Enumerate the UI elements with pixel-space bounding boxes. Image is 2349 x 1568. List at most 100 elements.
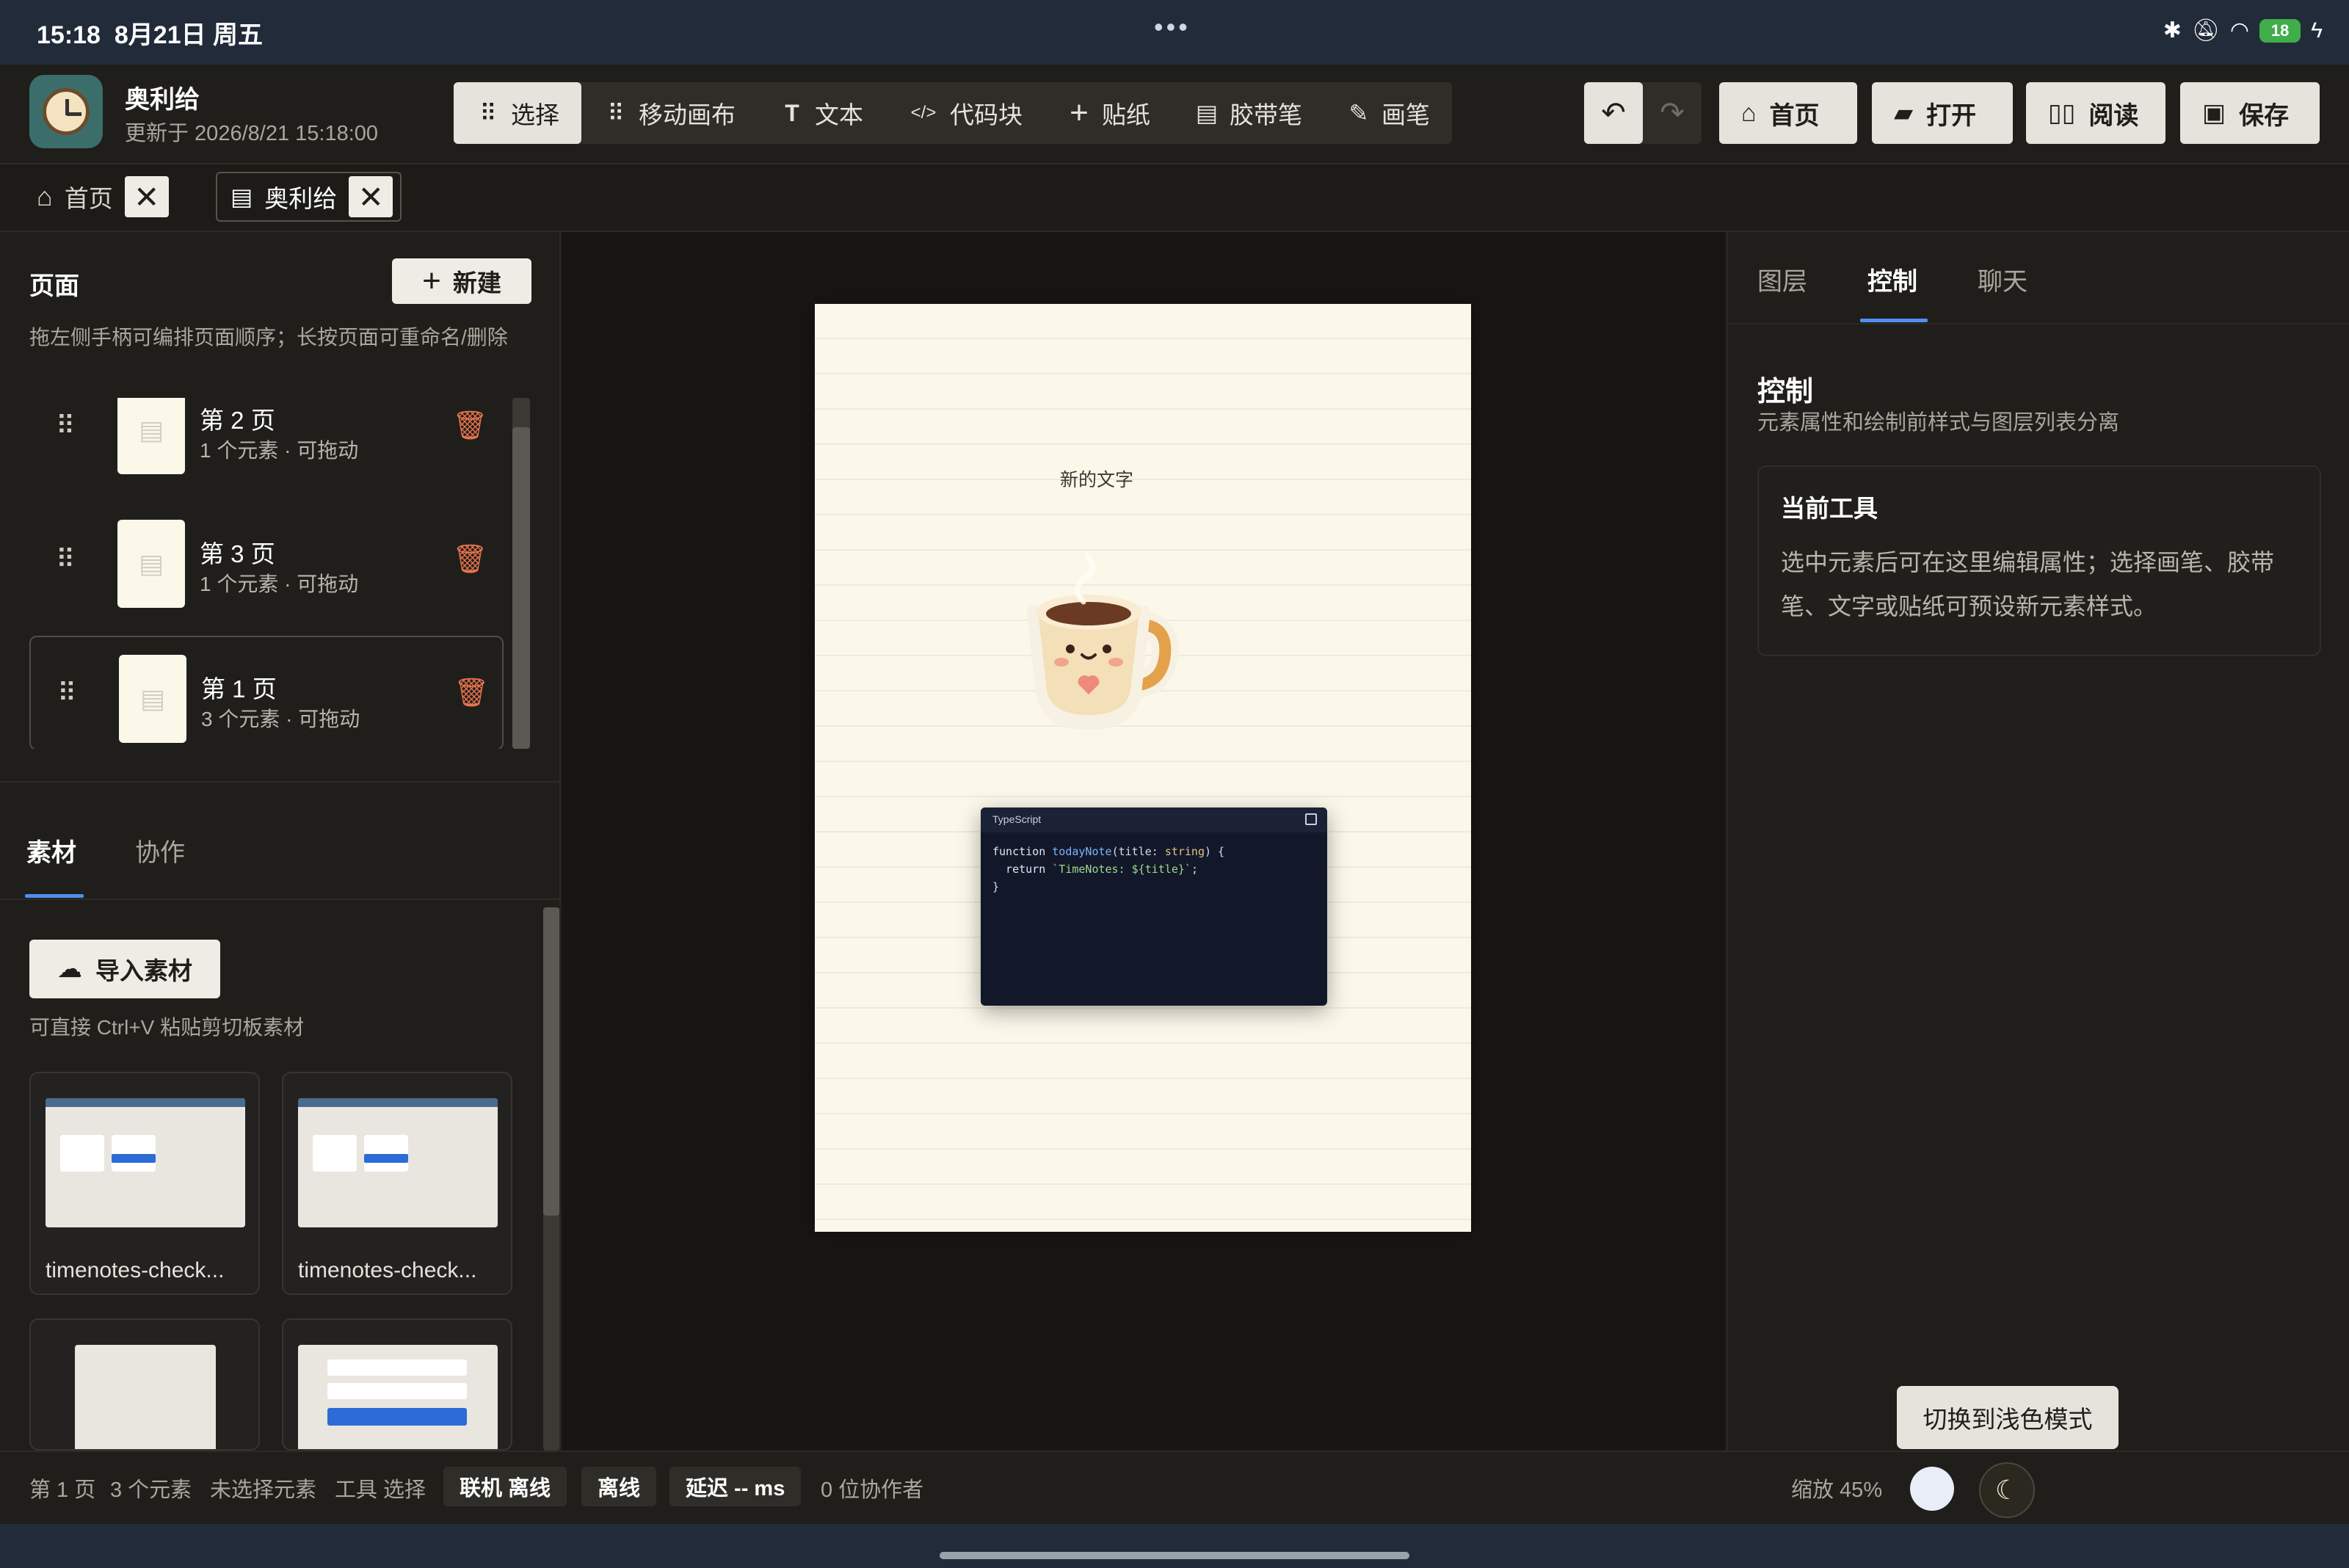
current-tool-card: 当前工具 选中元素后可在这里编辑属性；选择画笔、胶带笔、文字或贴纸可预设新元素样…	[1757, 465, 2321, 656]
page-name: 第 1 页	[201, 675, 277, 703]
document-icon: ▤	[1195, 100, 1219, 126]
document-icon: ▤	[139, 683, 165, 714]
history-controls: ↶ ↷	[1584, 82, 1702, 144]
tab-assets[interactable]: 素材	[26, 832, 76, 868]
new-page-button[interactable]: + 新建	[392, 258, 531, 304]
delete-page-icon[interactable]: 🗑︎	[452, 543, 487, 576]
drag-handle-icon[interactable]: ⠿	[57, 680, 76, 706]
tool-tape-pen[interactable]: ▤ 胶带笔	[1172, 82, 1324, 144]
page-list: ⠿ ▤ 第 2 页 1 个元素 · 可拖动 🗑︎ ⠿ ▤ 第 3 页 1 个元素…	[29, 398, 504, 749]
app-header: 奥利给 更新于 2026/8/21 15:18:00 ⠿ 选择 ⠿ 移动画布 T 文本…	[0, 65, 2349, 164]
tool-select[interactable]: ⠿ 选择	[454, 82, 581, 144]
tool-label: 文本	[815, 101, 863, 128]
tab-home[interactable]: ⌂ 首页 ✕	[23, 172, 176, 222]
active-tab-indicator	[25, 894, 84, 898]
page-item[interactable]: ⠿ ▤ 第 3 页 1 个元素 · 可拖动 🗑︎	[29, 502, 504, 617]
redo-button[interactable]: ↷	[1643, 82, 1702, 144]
status-tool: 工具 选择	[335, 1478, 426, 1502]
tool-pan-canvas[interactable]: ⠿ 移动画布	[581, 82, 758, 144]
page-meta: 3 个元素 · 可拖动	[201, 708, 360, 730]
code-content: function todayNote(title: string) { retu…	[992, 845, 1225, 893]
undo-button[interactable]: ↶	[1584, 82, 1643, 144]
save-button-label: 保存	[2239, 101, 2290, 130]
tab-collaboration[interactable]: 协作	[135, 832, 185, 868]
home-button[interactable]: ⌂ 首页	[1719, 82, 1857, 144]
status-element-count: 3 个元素	[110, 1478, 192, 1502]
page-name: 第 3 页	[200, 540, 275, 567]
asset-card[interactable]	[282, 1318, 512, 1451]
card-body: 选中元素后可在这里编辑属性；选择画笔、胶带笔、文字或贴纸可预设新元素样式。	[1781, 549, 2275, 620]
divider	[0, 781, 561, 783]
save-icon: ▣	[2202, 99, 2226, 127]
close-tab-button[interactable]: ✕	[124, 176, 169, 217]
delete-page-icon[interactable]: 🗑︎	[454, 677, 489, 709]
asset-thumbnail	[298, 1345, 498, 1449]
page-meta: 1 个元素 · 可拖动	[200, 439, 359, 462]
left-panel: 页面 + 新建 拖左侧手柄可编排页面顺序；长按页面可重命名/删除 ⠿ ▤ 第 2 …	[0, 232, 561, 1451]
tool-label: 贴纸	[1102, 101, 1150, 128]
tool-code-block[interactable]: </> 代码块	[885, 82, 1045, 144]
tab-chat[interactable]: 聊天	[1978, 261, 2027, 297]
bluetooth-icon: ✱	[2163, 18, 2182, 43]
tool-label: 移动画布	[639, 101, 736, 128]
asset-card[interactable]	[29, 1318, 260, 1451]
grip-icon: ⠿	[607, 100, 625, 126]
drawing-canvas[interactable]: 新的文字 TypeScript function todayNote(title…	[562, 232, 1725, 1451]
assets-scrollbar[interactable]	[543, 907, 559, 1451]
code-block-header: TypeScript	[981, 807, 1327, 832]
tab-layers[interactable]: 图层	[1757, 261, 1807, 297]
notebook-page[interactable]: 新的文字 TypeScript function todayNote(title…	[815, 304, 1471, 1232]
text-element[interactable]: 新的文字	[1060, 465, 1133, 492]
read-button-label: 阅读	[2088, 101, 2139, 130]
tab-controls[interactable]: 控制	[1867, 261, 1917, 297]
theme-tooltip: 切换到浅色模式	[1897, 1386, 2119, 1449]
page-item-selected[interactable]: ⠿ ▤ 第 1 页 3 个元素 · 可拖动 🗑︎	[29, 636, 504, 749]
redo-icon: ↷	[1660, 97, 1685, 129]
pages-hint: 拖左侧手柄可编排页面顺序；长按页面可重命名/删除	[29, 326, 508, 349]
right-panel: 图层 控制 聊天 控制 元素属性和绘制前样式与图层列表分离 当前工具 选中元素后…	[1727, 232, 2349, 1451]
asset-card[interactable]: timenotes-check...	[282, 1072, 512, 1295]
collaborator-count: 0 位协作者	[821, 1478, 924, 1502]
tab-document[interactable]: ▤ 奥利给 ✕	[216, 172, 402, 222]
import-label: 导入素材	[95, 957, 192, 984]
status-page: 第 1 页	[29, 1478, 96, 1502]
save-button[interactable]: ▣ 保存	[2180, 82, 2320, 144]
asset-card[interactable]: timenotes-check...	[29, 1072, 260, 1295]
coffee-mug-sticker[interactable]	[1004, 539, 1195, 730]
page-thumbnail: ▤	[117, 520, 185, 608]
grip-icon: ⠿	[479, 100, 497, 126]
copy-icon[interactable]	[1305, 813, 1317, 825]
controls-subtitle: 元素属性和绘制前样式与图层列表分离	[1757, 411, 2120, 435]
delete-page-icon[interactable]: 🗑︎	[452, 410, 487, 442]
text-icon: T	[785, 99, 799, 126]
pages-title: 页面	[29, 272, 79, 300]
tool-brush[interactable]: ✎ 画笔	[1324, 82, 1452, 144]
multitasking-dots-icon[interactable]: •••	[1154, 12, 1191, 43]
open-button[interactable]: ▰ 打开	[1872, 82, 2013, 144]
theme-toggle-button[interactable]: ☾	[1979, 1462, 2035, 1518]
document-icon: ▤	[138, 415, 164, 445]
plus-icon: +	[422, 263, 441, 299]
card-title: 当前工具	[1781, 495, 1878, 522]
paste-hint: 可直接 Ctrl+V 粘贴剪切板素材	[29, 1016, 305, 1039]
page-list-scrollbar[interactable]	[512, 398, 530, 749]
read-button[interactable]: ▯▯ 阅读	[2026, 82, 2165, 144]
tool-text[interactable]: T 文本	[758, 82, 885, 144]
asset-thumbnail	[46, 1098, 245, 1227]
zoom-level: 缩放 45%	[1791, 1478, 1883, 1502]
close-tab-button[interactable]: ✕	[349, 176, 393, 217]
color-swatch-button[interactable]	[1910, 1467, 1954, 1511]
page-item[interactable]: ⠿ ▤ 第 2 页 1 个元素 · 可拖动 🗑︎	[29, 398, 504, 483]
document-updated-time: 更新于 2026/8/21 15:18:00	[125, 122, 379, 145]
home-indicator[interactable]	[940, 1552, 1409, 1559]
drag-handle-icon[interactable]: ⠿	[56, 546, 75, 573]
wifi-icon: ◠	[2229, 18, 2250, 43]
import-assets-button[interactable]: ☁ 导入素材	[29, 940, 220, 998]
system-icons: ✱ 🔕︎ ◠ 18 ϟ	[2163, 18, 2323, 43]
code-block-element[interactable]: TypeScript function todayNote(title: str…	[981, 807, 1327, 1006]
document-icon: ▤	[138, 548, 164, 578]
drag-handle-icon[interactable]: ⠿	[56, 413, 75, 439]
tool-sticker[interactable]: + 贴纸	[1045, 82, 1172, 144]
asset-name: timenotes-check...	[46, 1258, 225, 1282]
tool-label: 画笔	[1382, 101, 1430, 128]
